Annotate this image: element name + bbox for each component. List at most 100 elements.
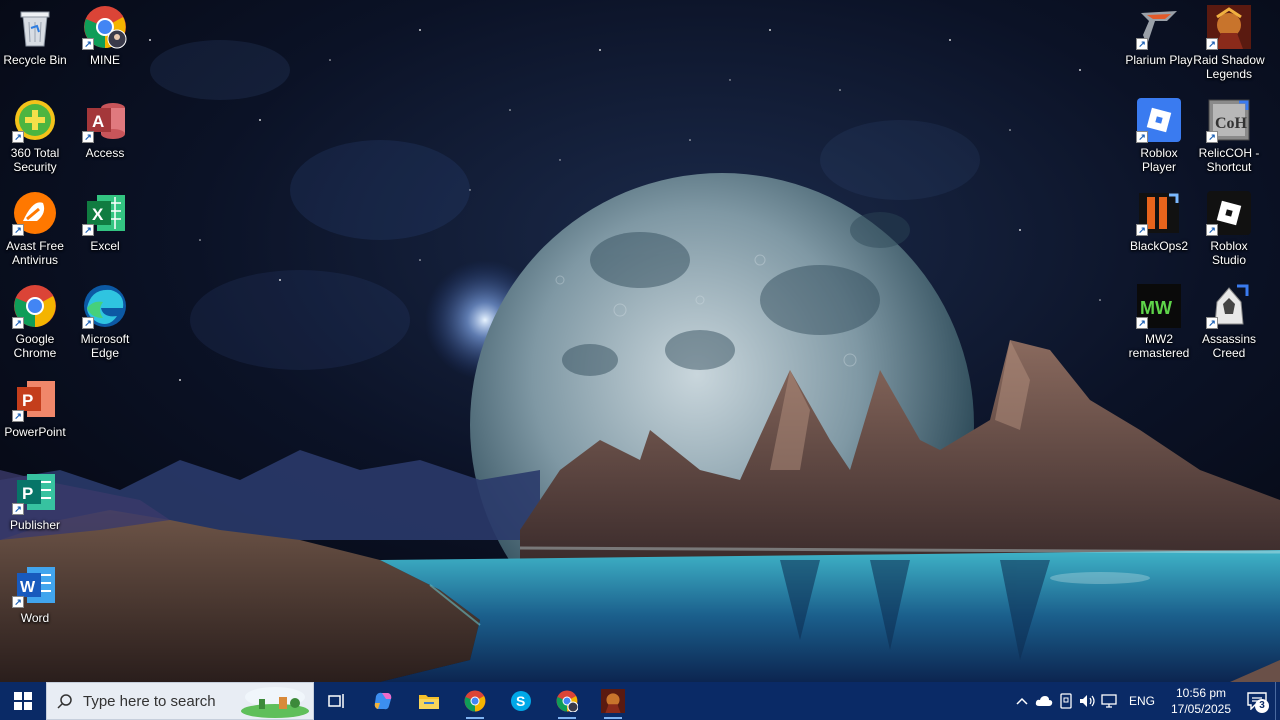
recycle-bin-icon	[12, 4, 58, 50]
chevron-up-icon	[1016, 697, 1028, 705]
shortcut-arrow-icon: ↗	[82, 38, 94, 50]
network-button[interactable]	[1099, 682, 1121, 720]
plarium-icon: ↗	[1136, 4, 1182, 50]
desktop-icon-blackops2[interactable]: ↗ BlackOps2	[1124, 190, 1194, 253]
meet-now-button[interactable]	[1055, 682, 1077, 720]
file-explorer-button[interactable]	[406, 682, 452, 720]
svg-text:A: A	[92, 112, 104, 131]
desktop-icon-roblox-player[interactable]: ↗ Roblox Player	[1124, 97, 1194, 174]
desktop-icon-reliccoh[interactable]: CoH ↗ RelicCOH - Shortcut	[1194, 97, 1264, 174]
svg-text:MW: MW	[1140, 298, 1172, 318]
desktop-icon-label: Roblox Studio	[1210, 239, 1248, 267]
desktop-icon-label: PowerPoint	[4, 425, 66, 439]
taskbar-skype-button[interactable]: S	[498, 682, 544, 720]
security-360-icon: ↗	[12, 97, 58, 143]
desktop-icon-roblox-studio[interactable]: ↗ Roblox Studio	[1194, 190, 1264, 267]
desktop-icon-plarium-play[interactable]: ↗ Plarium Play	[1124, 4, 1194, 67]
svg-text:P: P	[22, 391, 33, 410]
access-icon: A ↗	[82, 97, 128, 143]
desktop-icon-word[interactable]: W ↗ Word	[0, 562, 70, 625]
shortcut-arrow-icon: ↗	[1136, 317, 1148, 329]
chrome-profile-icon	[556, 690, 578, 712]
shortcut-arrow-icon: ↗	[12, 596, 24, 608]
desktop-icon-label: MW2 remastered	[1128, 332, 1190, 360]
shortcut-arrow-icon: ↗	[1136, 131, 1148, 143]
desktop-icon-label: RelicCOH - Shortcut	[1198, 146, 1260, 174]
desktop-icon-label: Plarium Play	[1125, 53, 1193, 67]
task-view-button[interactable]	[314, 682, 360, 720]
raid-icon	[601, 689, 625, 713]
clock-date: 17/05/2025	[1170, 702, 1232, 716]
desktop-icon-label: Microsoft Edge	[80, 332, 130, 360]
desktop-icon-label: Roblox Player	[1140, 146, 1178, 174]
show-desktop-button[interactable]	[1275, 682, 1280, 720]
clock[interactable]: 10:56 pm 17/05/2025	[1163, 685, 1239, 717]
desktop-icon-google-chrome[interactable]: ↗ Google Chrome	[0, 283, 70, 360]
search-input[interactable]	[83, 692, 243, 710]
desktop-icon-access[interactable]: A ↗ Access	[70, 97, 140, 160]
desktop-icon-publisher[interactable]: P ↗ Publisher	[0, 469, 70, 532]
shortcut-arrow-icon: ↗	[12, 224, 24, 236]
desktop-icon-excel[interactable]: X ↗ Excel	[70, 190, 140, 253]
shortcut-arrow-icon: ↗	[1206, 38, 1218, 50]
device-icon	[1060, 693, 1072, 709]
desktop-icon-raid-shadow-legends[interactable]: ↗ Raid Shadow Legends	[1193, 4, 1265, 81]
chrome-profile-icon: ↗	[82, 4, 128, 50]
taskbar-chrome-button[interactable]	[452, 682, 498, 720]
svg-text:X: X	[92, 205, 104, 224]
desktop-icon-label: Assassins Creed	[1201, 332, 1257, 360]
shortcut-arrow-icon: ↗	[82, 224, 94, 236]
onedrive-cloud-icon	[1035, 696, 1053, 706]
system-tray: ENG 10:56 pm 17/05/2025 3	[1011, 682, 1280, 720]
avast-icon: ↗	[12, 190, 58, 236]
desktop-icon-microsoft-edge[interactable]: ↗ Microsoft Edge	[70, 283, 140, 360]
notification-center-button[interactable]: 3	[1239, 682, 1275, 720]
shortcut-arrow-icon: ↗	[12, 503, 24, 515]
file-explorer-icon	[419, 695, 439, 709]
taskbar-chrome-profile-button[interactable]	[544, 682, 590, 720]
desktop-icon-label: Raid Shadow Legends	[1193, 53, 1265, 81]
publisher-icon: P ↗	[12, 469, 58, 515]
desktop-icon-powerpoint[interactable]: P ↗ PowerPoint	[0, 376, 70, 439]
notification-count-badge: 3	[1255, 699, 1269, 713]
speaker-icon	[1079, 695, 1095, 707]
onedrive-button[interactable]	[1033, 682, 1055, 720]
start-button[interactable]	[0, 682, 46, 720]
language-indicator[interactable]: ENG	[1121, 694, 1163, 708]
shortcut-arrow-icon: ↗	[12, 317, 24, 329]
relic-coh-icon: CoH ↗	[1206, 97, 1252, 143]
desktop-icon-mw2-remastered[interactable]: MW ↗ MW2 remastered	[1124, 283, 1194, 360]
svg-text:S: S	[516, 693, 525, 709]
taskbar-raid-button[interactable]	[590, 682, 636, 720]
desktop-icon-360-total-security[interactable]: ↗ 360 Total Security	[0, 97, 70, 174]
desktop-icon-label: BlackOps2	[1129, 239, 1189, 253]
shortcut-arrow-icon: ↗	[1206, 131, 1218, 143]
shortcut-arrow-icon: ↗	[1136, 38, 1148, 50]
desktop-icon-avast[interactable]: ↗ Avast Free Antivirus	[0, 190, 70, 267]
desktop-icon-mine[interactable]: ↗ MINE	[70, 4, 140, 67]
shortcut-arrow-icon: ↗	[1136, 224, 1148, 236]
desktop-wallpaper	[0, 0, 1280, 682]
roblox-studio-icon: ↗	[1206, 190, 1252, 236]
taskbar: S	[0, 682, 1280, 720]
desktop-icon-recycle-bin[interactable]: Recycle Bin	[0, 4, 70, 67]
shortcut-arrow-icon: ↗	[1206, 224, 1218, 236]
search-highlight-illustration-icon[interactable]	[239, 685, 311, 718]
desktop-icon-label: Avast Free Antivirus	[6, 239, 64, 267]
shortcut-arrow-icon: ↗	[82, 131, 94, 143]
svg-text:CoH: CoH	[1215, 115, 1248, 132]
desktop-icon-label: MINE	[90, 53, 120, 67]
excel-icon: X ↗	[82, 190, 128, 236]
volume-button[interactable]	[1077, 682, 1099, 720]
shortcut-arrow-icon: ↗	[82, 317, 94, 329]
shortcut-arrow-icon: ↗	[1206, 317, 1218, 329]
desktop-icon-assassins-creed[interactable]: ↗ Assassins Creed	[1194, 283, 1264, 360]
show-hidden-icons-button[interactable]	[1011, 682, 1033, 720]
taskbar-search-box[interactable]	[46, 682, 314, 720]
search-icon	[47, 693, 83, 709]
copilot-button[interactable]	[360, 682, 406, 720]
edge-icon: ↗	[82, 283, 128, 329]
task-view-icon	[328, 694, 344, 708]
desktop-icon-label: Google Chrome	[13, 332, 57, 360]
shortcut-arrow-icon: ↗	[12, 410, 24, 422]
